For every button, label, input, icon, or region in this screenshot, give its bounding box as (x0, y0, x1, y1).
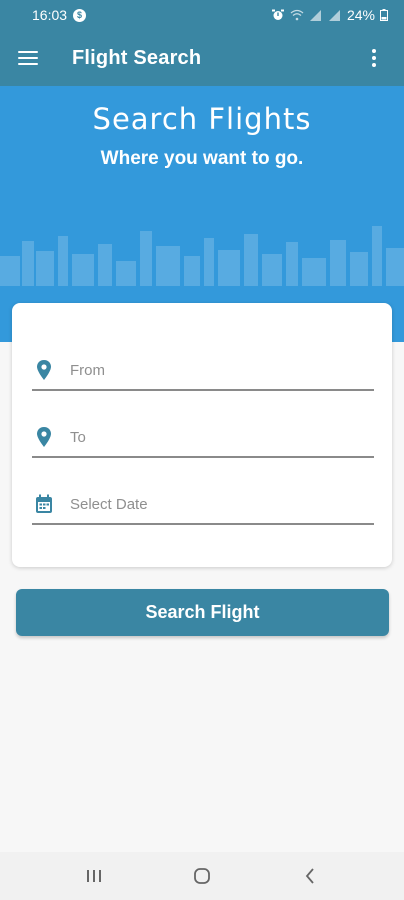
location-pin-icon (37, 360, 51, 380)
recent-apps-icon (87, 870, 101, 882)
date-input[interactable] (70, 485, 370, 523)
system-nav-bar (0, 852, 404, 900)
recent-apps-button[interactable] (74, 856, 114, 896)
back-button[interactable] (290, 856, 330, 896)
back-icon (305, 868, 314, 884)
status-right: 24% (271, 7, 388, 23)
hero-subtitle: Where you want to go. (100, 148, 304, 169)
menu-button[interactable] (0, 30, 56, 86)
app-bar: Flight Search (0, 30, 404, 86)
search-form-card (12, 303, 392, 567)
from-field (32, 351, 374, 391)
home-icon (194, 868, 210, 884)
alarm-icon (271, 9, 284, 20)
search-flight-button[interactable]: Search Flight (16, 589, 389, 636)
to-input[interactable] (70, 418, 370, 456)
wifi-icon (290, 9, 304, 21)
hero-title: Search Flights (92, 102, 312, 136)
hamburger-menu-icon (18, 51, 38, 65)
home-button[interactable] (182, 856, 222, 896)
status-bar: 16:03 $ 24% (0, 0, 404, 30)
from-input[interactable] (70, 351, 370, 389)
status-left: 16:03 $ (32, 7, 87, 23)
to-field (32, 418, 374, 458)
status-time: 16:03 (32, 7, 68, 23)
overflow-menu-button[interactable] (354, 38, 394, 78)
coin-icon: $ (73, 8, 87, 22)
battery-percent: 24% (346, 7, 375, 23)
date-field (32, 485, 374, 525)
calendar-icon (36, 494, 52, 513)
more-vert-icon (372, 49, 376, 53)
signal-icon-2 (328, 10, 340, 21)
app-title: Flight Search (72, 46, 202, 69)
city-skyline-decoration (0, 226, 404, 286)
battery-icon (380, 9, 388, 21)
signal-icon (309, 10, 321, 21)
location-pin-icon (37, 427, 51, 447)
